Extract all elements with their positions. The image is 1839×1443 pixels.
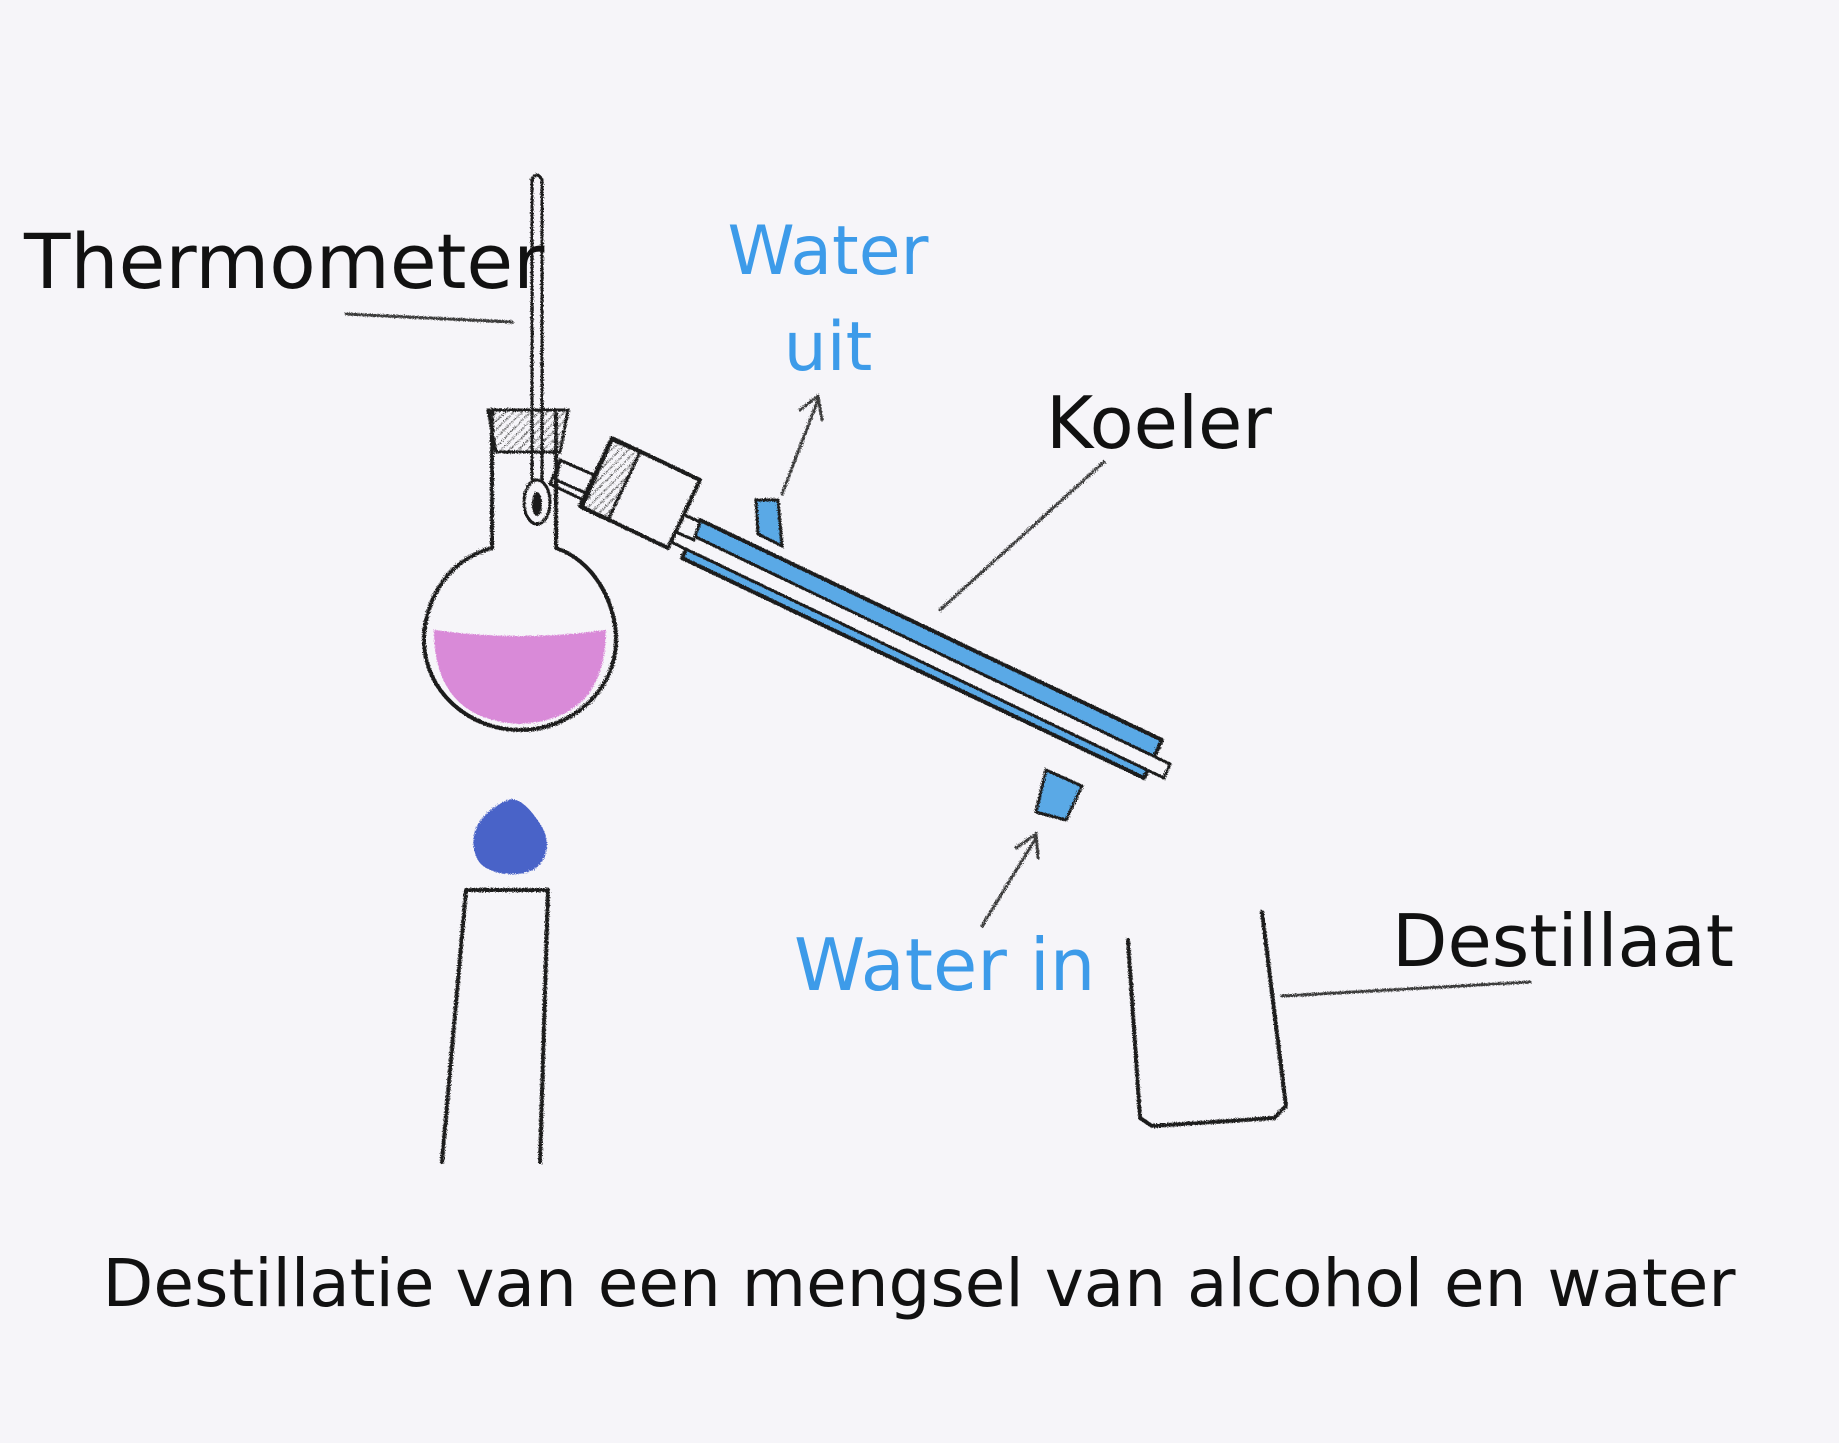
burner-body <box>440 888 550 1164</box>
water-out-label-line2: uit <box>784 308 873 387</box>
water-in-arrow <box>980 831 1040 928</box>
water-out-arrow <box>780 393 824 496</box>
condenser-leader <box>938 460 1106 612</box>
burner-flame-icon <box>440 799 550 1164</box>
beaker-outline <box>1126 910 1288 1128</box>
thermometer-leader <box>344 312 514 324</box>
thermometer-label: Thermometer <box>23 217 545 306</box>
water-out-label-line1: Water <box>727 212 928 291</box>
water-outlet-stub <box>754 498 784 549</box>
water-inlet-stub <box>1034 767 1085 822</box>
water-in-label: Water in <box>794 923 1095 1007</box>
distillate-leader <box>1280 980 1532 998</box>
round-bottom-flask-icon <box>422 408 618 732</box>
flask-stopper <box>486 408 570 454</box>
distillation-diagram: Thermometer Water uit Koeler Water in De… <box>23 173 1737 1322</box>
caption: Destillatie van een mengsel van alcohol … <box>103 1245 1737 1322</box>
flame <box>473 799 548 875</box>
distillate-label: Destillaat <box>1392 899 1734 983</box>
condenser-label: Koeler <box>1046 381 1272 465</box>
collection-beaker-icon <box>1126 910 1288 1128</box>
